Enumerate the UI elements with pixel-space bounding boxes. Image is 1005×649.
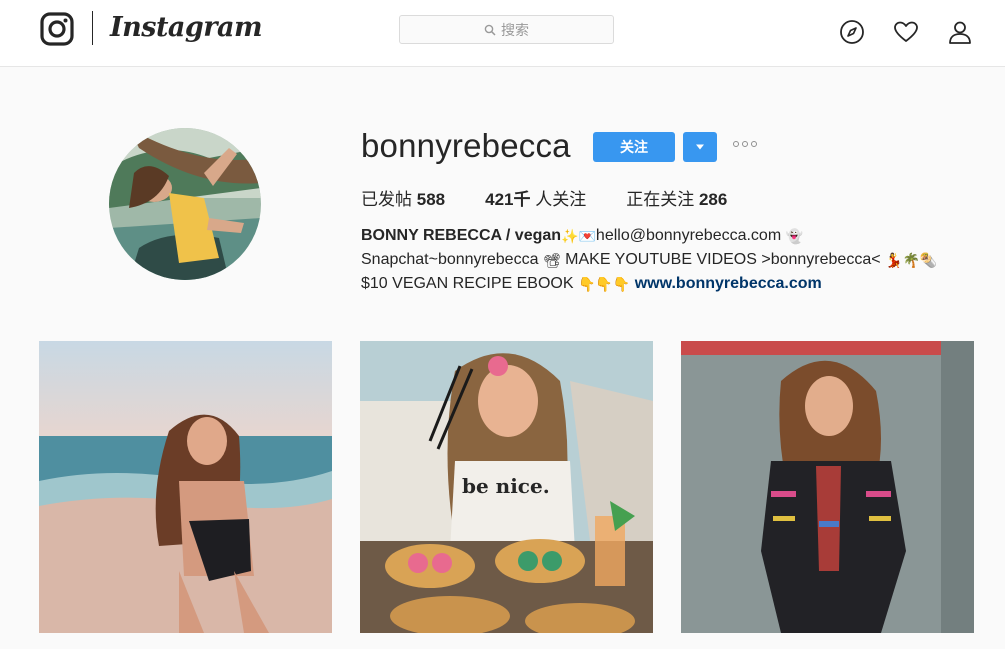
profile-stats: 已发帖 588 421千 人关注 正在关注 286 <box>361 185 767 210</box>
pointing-down-icon: 👇👇👇 <box>577 276 631 292</box>
posts-count: 588 <box>416 190 446 209</box>
instagram-wordmark[interactable]: Instagram <box>110 12 263 43</box>
suggested-dropdown-button[interactable] <box>683 132 717 162</box>
profile-username: bonnyrebecca <box>361 127 571 164</box>
more-options-button[interactable] <box>733 141 757 147</box>
film-projector-icon: 📽 <box>542 252 561 268</box>
followers-count: 421千 <box>485 190 531 209</box>
following-label: 正在关注 <box>626 190 695 209</box>
dim-sum-photo: be nice. <box>360 341 653 633</box>
bio-youtube: MAKE YOUTUBE VIDEOS >bonnyrebecca< <box>565 251 881 268</box>
following-count: 286 <box>698 190 728 209</box>
post-thumbnail-embroidered-dress[interactable] <box>681 341 974 633</box>
search-icon <box>484 24 496 36</box>
website-link[interactable]: www.bonnyrebecca.com <box>635 275 822 292</box>
user-icon[interactable] <box>947 19 973 45</box>
bio-line-1: BONNY REBECCA / vegan✨💌hello@bonnyrebecc… <box>361 224 981 248</box>
bio-email: hello@bonnyrebecca.com <box>595 227 782 244</box>
post-thumbnail-beach[interactable] <box>39 341 332 633</box>
following-stat[interactable]: 正在关注 286 <box>626 185 727 210</box>
compass-icon[interactable] <box>839 19 865 45</box>
bio-line-3: $10 VEGAN RECIPE EBOOK 👇👇👇 www.bonnyrebe… <box>361 272 981 296</box>
beach-photo <box>39 341 332 633</box>
more-dot-icon <box>751 141 757 147</box>
follow-button[interactable]: 关注 <box>593 132 675 162</box>
post-thumbnail-dim-sum[interactable]: be nice. <box>360 341 653 633</box>
ghost-icon: 👻 <box>785 228 804 244</box>
search-input[interactable]: 搜索 <box>399 15 614 44</box>
avatar-photo <box>109 128 261 280</box>
heart-icon[interactable] <box>893 19 919 45</box>
full-name: BONNY REBECCA / vegan <box>361 227 562 244</box>
bio-snapchat: Snapchat~bonnyrebecca <box>361 251 539 268</box>
search-placeholder: 搜索 <box>501 21 529 38</box>
profile-avatar[interactable] <box>109 128 261 280</box>
embroidered-dress-photo <box>681 341 974 633</box>
caret-down-icon <box>696 144 704 150</box>
instagram-glyph-icon[interactable] <box>40 12 74 46</box>
followers-label: 人关注 <box>535 190 587 209</box>
logo-divider <box>92 11 93 45</box>
bio-ebook: $10 VEGAN RECIPE EBOOK <box>361 275 574 292</box>
sparkles-love-letter-icon: ✨💌 <box>561 228 596 244</box>
dancer-palm-burrito-icon: 💃🌴🌯 <box>885 252 938 268</box>
posts-label: 已发帖 <box>361 190 412 209</box>
profile-bio: BONNY REBECCA / vegan✨💌hello@bonnyrebecc… <box>361 224 981 296</box>
posts-stat: 已发帖 588 <box>361 185 445 210</box>
followers-stat[interactable]: 421千 人关注 <box>485 185 586 210</box>
top-navigation: Instagram 搜索 <box>0 0 1005 67</box>
more-dot-icon <box>733 141 739 147</box>
shirt-text: be nice. <box>462 474 550 498</box>
bio-line-2: Snapchat~bonnyrebecca 📽 MAKE YOUTUBE VID… <box>361 248 981 272</box>
more-dot-icon <box>742 141 748 147</box>
